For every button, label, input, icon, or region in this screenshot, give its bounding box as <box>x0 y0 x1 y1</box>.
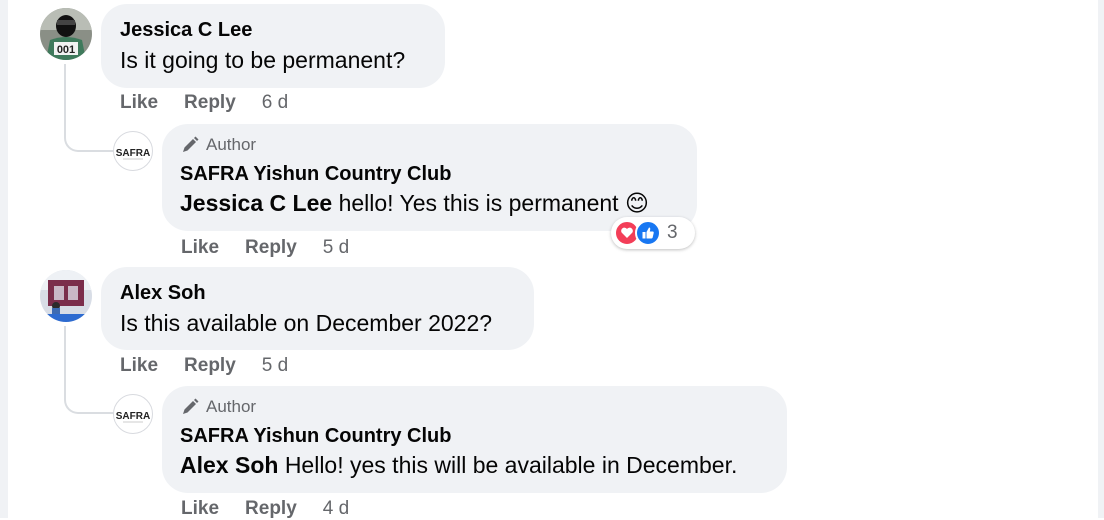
reply-button[interactable]: Reply <box>245 498 297 520</box>
like-button[interactable]: Like <box>181 498 219 520</box>
reply-text: Alex Soh Hello! yes this will be availab… <box>180 452 737 479</box>
reply-timestamp[interactable]: 4 d <box>323 498 349 520</box>
reply-text-body: Hello! yes this will be available in Dec… <box>284 452 738 478</box>
reply-bubble: Author SAFRA Yishun Country Club Jessica… <box>162 124 697 231</box>
avatar-alex[interactable] <box>40 270 92 322</box>
comment-text: Is it going to be permanent? <box>120 47 406 73</box>
mention-link[interactable]: Alex Soh <box>180 452 278 478</box>
svg-text:001: 001 <box>57 44 75 56</box>
reply-text-body: hello! Yes this is permanent 😊 <box>338 190 649 216</box>
avatar-safra[interactable]: SAFRA <box>113 131 153 171</box>
like-button[interactable]: Like <box>120 92 158 114</box>
svg-text:SAFRA: SAFRA <box>116 148 150 159</box>
avatar-jessica-image: 001 <box>40 8 92 60</box>
mention-link[interactable]: Jessica C Lee <box>180 190 332 216</box>
comment-bubble: Alex Soh Is this available on December 2… <box>101 267 534 350</box>
pen-icon <box>183 398 199 414</box>
reply-actions: Like Reply 5 d <box>181 237 349 259</box>
like-button[interactable]: Like <box>181 237 219 259</box>
comment-timestamp[interactable]: 6 d <box>262 92 288 114</box>
reply-timestamp[interactable]: 5 d <box>323 237 349 259</box>
reply-bubble: Author SAFRA Yishun Country Club Alex So… <box>162 386 787 493</box>
safra-logo: SAFRA <box>116 411 150 423</box>
avatar-safra[interactable]: SAFRA <box>113 394 153 434</box>
reply-actions: Like Reply 4 d <box>181 498 349 520</box>
svg-text:SAFRA: SAFRA <box>116 411 150 422</box>
like-button[interactable]: Like <box>120 355 158 377</box>
safra-logo: SAFRA <box>116 148 150 160</box>
avatar-jessica[interactable]: 001 <box>40 8 92 60</box>
comment-actions: Like Reply 5 d <box>120 355 288 377</box>
pen-icon <box>183 136 199 152</box>
avatar-alex-image <box>40 270 92 322</box>
like-icon <box>635 220 661 246</box>
comment-text: Is this available on December 2022? <box>120 310 493 336</box>
comment-author[interactable]: Jessica C Lee <box>120 19 252 42</box>
comment-bubble: Jessica C Lee Is it going to be permanen… <box>101 4 445 88</box>
reply-button[interactable]: Reply <box>184 355 236 377</box>
reaction-count: 3 <box>667 222 678 243</box>
author-badge: Author <box>180 397 256 417</box>
comment-author[interactable]: Alex Soh <box>120 282 206 305</box>
reaction-summary[interactable]: 3 <box>611 217 695 249</box>
feed-edge-right <box>1098 0 1104 518</box>
author-badge: Author <box>180 135 256 155</box>
reply-author[interactable]: SAFRA Yishun Country Club <box>180 425 451 448</box>
reply-button[interactable]: Reply <box>245 237 297 259</box>
author-badge-label: Author <box>206 397 257 416</box>
author-badge-label: Author <box>206 135 257 154</box>
reply-text: Jessica C Lee hello! Yes this is permane… <box>180 190 649 217</box>
comment-timestamp[interactable]: 5 d <box>262 355 288 377</box>
feed-edge-left <box>0 0 8 518</box>
reply-author[interactable]: SAFRA Yishun Country Club <box>180 163 451 186</box>
comment-actions: Like Reply 6 d <box>120 92 288 114</box>
reply-button[interactable]: Reply <box>184 92 236 114</box>
